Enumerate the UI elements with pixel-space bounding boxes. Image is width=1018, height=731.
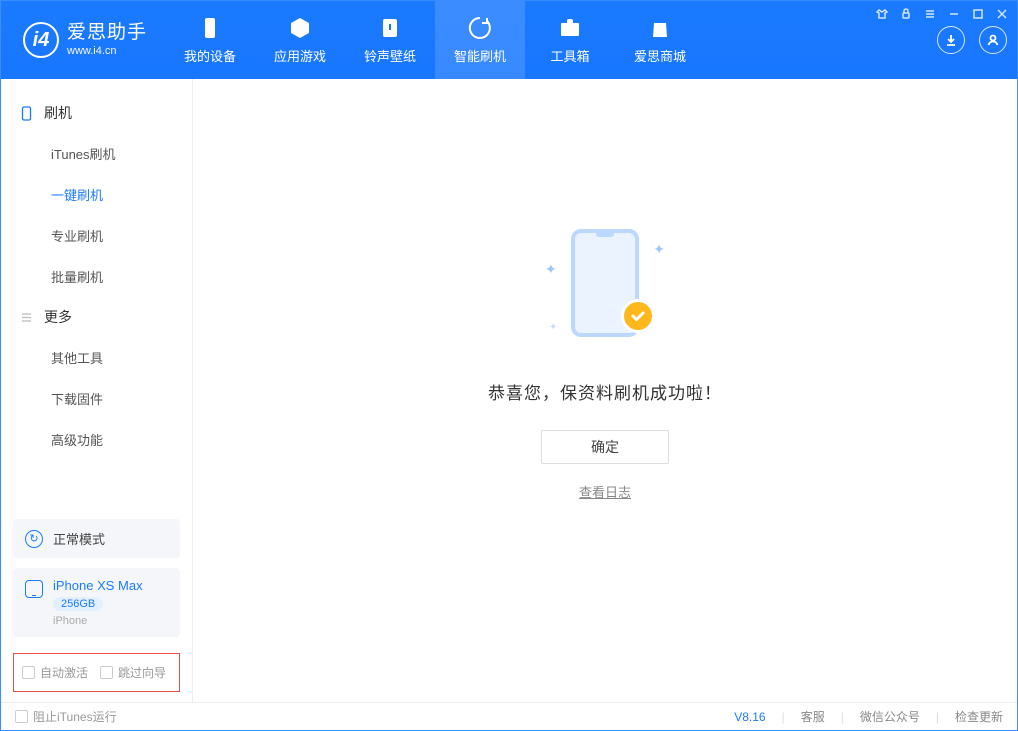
bag-icon xyxy=(648,16,672,40)
refresh-icon xyxy=(468,16,492,40)
logo-icon: i4 xyxy=(23,22,59,58)
link-update[interactable]: 检查更新 xyxy=(955,708,1003,725)
success-illustration: ✦ ✦ ✦ xyxy=(545,221,665,351)
app-url: www.i4.cn xyxy=(67,45,147,58)
sidebar-group-flash[interactable]: 刷机 xyxy=(1,93,192,133)
checkbox-auto-activate[interactable]: 自动激活 xyxy=(22,664,88,681)
nav-toolbox[interactable]: 工具箱 xyxy=(525,1,615,79)
sidebar-item-pro[interactable]: 专业刷机 xyxy=(1,215,192,256)
app-header: i4 爱思助手 www.i4.cn 我的设备 应用游戏 铃声壁纸 智能刷机 工具… xyxy=(1,1,1017,79)
sidebar-item-batch[interactable]: 批量刷机 xyxy=(1,256,192,297)
ok-button[interactable]: 确定 xyxy=(541,430,669,464)
sidebar-item-oneclick[interactable]: 一键刷机 xyxy=(1,174,192,215)
checkbox-block-itunes[interactable]: 阻止iTunes运行 xyxy=(15,708,117,725)
mode-icon xyxy=(25,530,43,548)
view-log-link[interactable]: 查看日志 xyxy=(579,482,631,501)
sparkle-icon: ✦ xyxy=(545,261,557,278)
header-actions xyxy=(937,26,1007,54)
success-message: 恭喜您，保资料刷机成功啦！ xyxy=(488,379,722,404)
sparkle-icon: ✦ xyxy=(549,322,557,333)
cube-icon xyxy=(288,16,312,40)
link-service[interactable]: 客服 xyxy=(801,708,825,725)
device-name: iPhone XS Max xyxy=(53,578,143,593)
maximize-button[interactable] xyxy=(971,7,985,21)
app-title: 爱思助手 xyxy=(67,22,147,45)
sidebar-item-other[interactable]: 其他工具 xyxy=(1,337,192,378)
nav-ringtones[interactable]: 铃声壁纸 xyxy=(345,1,435,79)
sidebar-item-advanced[interactable]: 高级功能 xyxy=(1,419,192,460)
checkbox-skip-guide[interactable]: 跳过向导 xyxy=(100,664,166,681)
checkmark-badge xyxy=(621,299,655,333)
nav-apps[interactable]: 应用游戏 xyxy=(255,1,345,79)
menu-icon[interactable] xyxy=(923,7,937,21)
device-type: iPhone xyxy=(53,615,143,627)
sidebar-item-firmware[interactable]: 下载固件 xyxy=(1,378,192,419)
checkbox-icon xyxy=(100,666,113,679)
main-content: ✦ ✦ ✦ 恭喜您，保资料刷机成功啦！ 确定 查看日志 xyxy=(193,79,1017,702)
music-icon xyxy=(378,16,402,40)
footer-links: V8.16 | 客服 | 微信公众号 | 检查更新 xyxy=(734,708,1003,725)
app-logo: i4 爱思助手 www.i4.cn xyxy=(1,22,165,58)
sidebar-menu: 刷机 iTunes刷机 一键刷机 专业刷机 批量刷机 更多 其他工具 下载固件 … xyxy=(1,79,192,519)
device-storage: 256GB xyxy=(53,597,103,611)
sidebar-item-itunes[interactable]: iTunes刷机 xyxy=(1,133,192,174)
minimize-button[interactable] xyxy=(947,7,961,21)
device-mode[interactable]: 正常模式 xyxy=(13,519,180,558)
checkbox-icon xyxy=(15,710,28,723)
close-button[interactable] xyxy=(995,7,1009,21)
status-bar: 阻止iTunes运行 V8.16 | 客服 | 微信公众号 | 检查更新 xyxy=(1,702,1017,730)
briefcase-icon xyxy=(558,16,582,40)
checkbox-icon xyxy=(22,666,35,679)
main-nav: 我的设备 应用游戏 铃声壁纸 智能刷机 工具箱 爱思商城 xyxy=(165,1,705,79)
list-icon xyxy=(19,310,34,325)
flash-options: 自动激活 跳过向导 xyxy=(13,653,180,692)
lock-icon[interactable] xyxy=(899,7,913,21)
phone-icon xyxy=(19,106,34,121)
device-icon xyxy=(25,580,43,598)
device-icon xyxy=(198,16,222,40)
nav-store[interactable]: 爱思商城 xyxy=(615,1,705,79)
sidebar-group-more[interactable]: 更多 xyxy=(1,297,192,337)
version-label: V8.16 xyxy=(734,710,765,724)
nav-flash[interactable]: 智能刷机 xyxy=(435,1,525,79)
sparkle-icon: ✦ xyxy=(653,241,665,258)
download-icon[interactable] xyxy=(937,26,965,54)
link-wechat[interactable]: 微信公众号 xyxy=(860,708,920,725)
shirt-icon[interactable] xyxy=(875,7,889,21)
app-body: 刷机 iTunes刷机 一键刷机 专业刷机 批量刷机 更多 其他工具 下载固件 … xyxy=(1,79,1017,702)
nav-my-device[interactable]: 我的设备 xyxy=(165,1,255,79)
user-icon[interactable] xyxy=(979,26,1007,54)
sidebar: 刷机 iTunes刷机 一键刷机 专业刷机 批量刷机 更多 其他工具 下载固件 … xyxy=(1,79,193,702)
device-card[interactable]: iPhone XS Max 256GB iPhone xyxy=(13,568,180,637)
window-controls xyxy=(875,7,1009,21)
